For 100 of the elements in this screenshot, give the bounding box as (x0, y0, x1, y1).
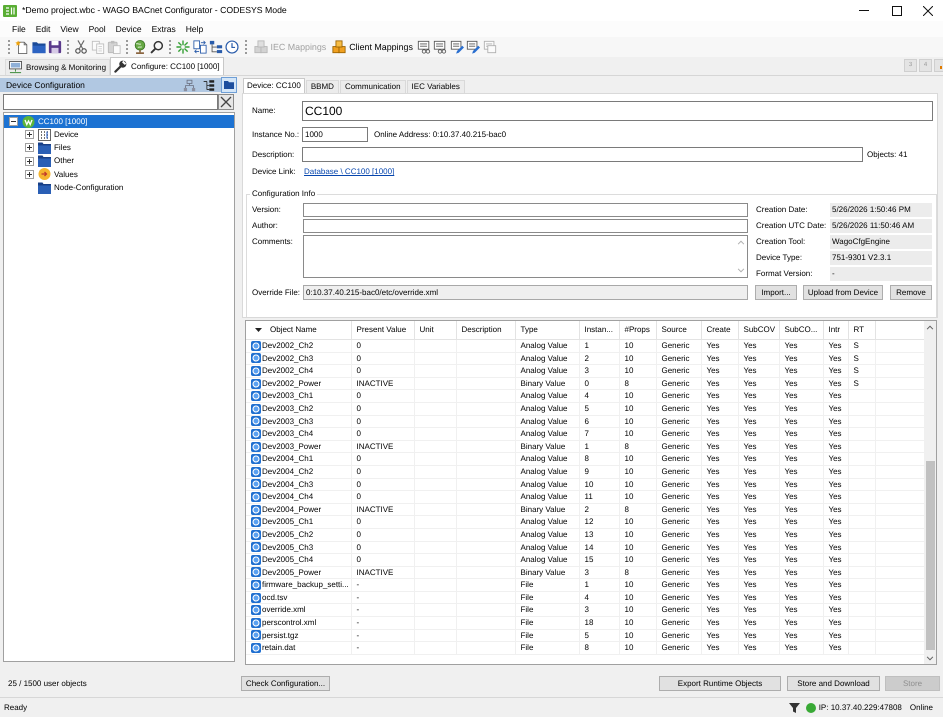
property-label: Creation Date: (756, 204, 809, 216)
network-icon[interactable] (183, 78, 196, 92)
action-button[interactable]: Check Configuration... (241, 676, 330, 691)
toolbar-button[interactable]: Client Mappings (329, 40, 416, 54)
clear-icon[interactable] (218, 94, 234, 110)
action-button[interactable]: Export Runtime Objects (659, 676, 781, 691)
column-header[interactable]: Description (457, 321, 516, 339)
editor-tab[interactable]: Device: CC100 (243, 78, 305, 93)
table-cell: 1 (580, 440, 620, 452)
action-button[interactable]: Store and Download (787, 676, 880, 691)
expand-icon[interactable] (25, 143, 34, 152)
override-file-field[interactable]: 0:10.37.40.215-bac0/etc/override.xml (303, 285, 748, 300)
table-cell: 14 (580, 542, 620, 554)
menu-item[interactable]: View (55, 21, 84, 37)
description-field[interactable] (302, 147, 863, 162)
filter-icon[interactable] (788, 702, 800, 712)
scroll-down-icon[interactable] (926, 656, 934, 660)
column-header[interactable]: #Props (620, 321, 657, 339)
expand-icon[interactable] (25, 170, 34, 179)
list-edit-icon[interactable] (450, 40, 464, 54)
hierarchy-icon[interactable] (208, 40, 223, 54)
table-cell: Generic (657, 542, 702, 554)
column-header[interactable]: RT (849, 321, 876, 339)
clock-icon[interactable] (225, 40, 240, 54)
column-header[interactable]: Present Value (352, 321, 415, 339)
expand-icon[interactable] (25, 130, 34, 140)
table-cell: - (352, 642, 415, 654)
open-folder-icon[interactable] (32, 40, 46, 54)
instance-field[interactable]: 1000 (302, 127, 368, 142)
folder-icon[interactable] (221, 77, 237, 93)
tile-icon[interactable] (934, 59, 943, 72)
table-cell: Yes (824, 504, 849, 516)
list-edit-icon[interactable] (466, 40, 480, 54)
editor-tab[interactable]: BBMD (306, 80, 339, 93)
table-cell: override.xml (262, 604, 306, 616)
tree-item[interactable]: Node-Configuration (4, 180, 234, 194)
globe-icon[interactable] (133, 40, 148, 54)
editor-tab[interactable]: IEC Variables (406, 80, 465, 93)
field-label: Version: (252, 204, 282, 216)
table-cell: Dev2002_Ch3 (262, 352, 314, 364)
name-field[interactable]: CC100 (302, 101, 933, 121)
menu-item[interactable]: Pool (84, 21, 111, 37)
column-header[interactable]: Instan... (580, 321, 620, 339)
menu-item[interactable]: Extras (146, 21, 181, 37)
document-tab[interactable]: Configure: CC100 [1000] (110, 57, 224, 75)
burst-icon[interactable] (176, 40, 190, 54)
column-header[interactable]: Source (657, 321, 702, 339)
table-cell: Yes (780, 542, 824, 554)
document-tab[interactable]: Browsing & Monitoring (5, 59, 110, 75)
table-cell: 10 (620, 604, 657, 616)
menu-item[interactable]: Help (180, 21, 208, 37)
table-cell: 0 (352, 390, 415, 402)
table-cell: File (516, 617, 580, 629)
minimize-icon[interactable] (858, 10, 868, 11)
close-icon[interactable] (923, 6, 933, 16)
tree-item[interactable]: Values (4, 168, 234, 181)
new-file-icon[interactable] (15, 40, 30, 54)
expand-icon[interactable] (25, 156, 34, 166)
column-header[interactable]: Object Name (246, 321, 352, 339)
table-cell: Generic (657, 617, 702, 629)
tree-view-icon[interactable] (202, 78, 215, 92)
search-icon[interactable] (150, 40, 164, 54)
tree-item[interactable]: CC100 [1000] (4, 115, 234, 128)
table-cell: Dev2003_Ch2 (262, 402, 314, 415)
column-header[interactable]: Type (516, 321, 580, 339)
maximize-icon[interactable] (892, 6, 902, 16)
save-icon[interactable] (48, 40, 62, 54)
tree-item[interactable]: Files (4, 141, 234, 155)
column-header[interactable]: Create (702, 321, 739, 339)
column-header[interactable]: Unit (415, 321, 457, 339)
collapse-icon[interactable] (9, 117, 18, 126)
menu-item[interactable]: Device (110, 21, 147, 37)
search-field[interactable] (3, 94, 218, 110)
scrollbar-thumb[interactable] (926, 461, 934, 650)
column-header[interactable]: SubCO... (780, 321, 824, 339)
object-icon (251, 466, 261, 477)
column-header[interactable]: SubCOV (739, 321, 780, 339)
sort-down-icon[interactable] (255, 328, 262, 332)
form-button[interactable]: Remove (890, 285, 932, 300)
table-cell: 0 (352, 516, 415, 528)
form-button[interactable]: Import... (755, 285, 797, 300)
table-cell: Yes (739, 478, 780, 490)
object-icon (251, 391, 261, 402)
table-cell: 0 (352, 453, 415, 465)
cut-icon[interactable] (74, 40, 88, 54)
tree-item[interactable]: Other (4, 154, 234, 168)
text-field[interactable] (303, 219, 748, 233)
text-field[interactable] (303, 203, 748, 217)
form-button[interactable]: Upload from Device (803, 285, 883, 300)
menu-item[interactable]: File (7, 21, 31, 37)
object-icon (251, 353, 261, 364)
column-header[interactable]: Intr (824, 321, 849, 339)
editor-tab[interactable]: Communication (340, 80, 406, 93)
list-link-icon[interactable] (417, 40, 432, 54)
list-link-icon[interactable] (433, 40, 448, 54)
swap-icon[interactable] (192, 40, 207, 54)
scroll-up-icon[interactable] (926, 324, 934, 330)
tree-item[interactable]: Device (4, 128, 234, 142)
menu-item[interactable]: Edit (30, 21, 56, 37)
device-link[interactable]: Database \ CC100 [1000] (304, 167, 394, 177)
